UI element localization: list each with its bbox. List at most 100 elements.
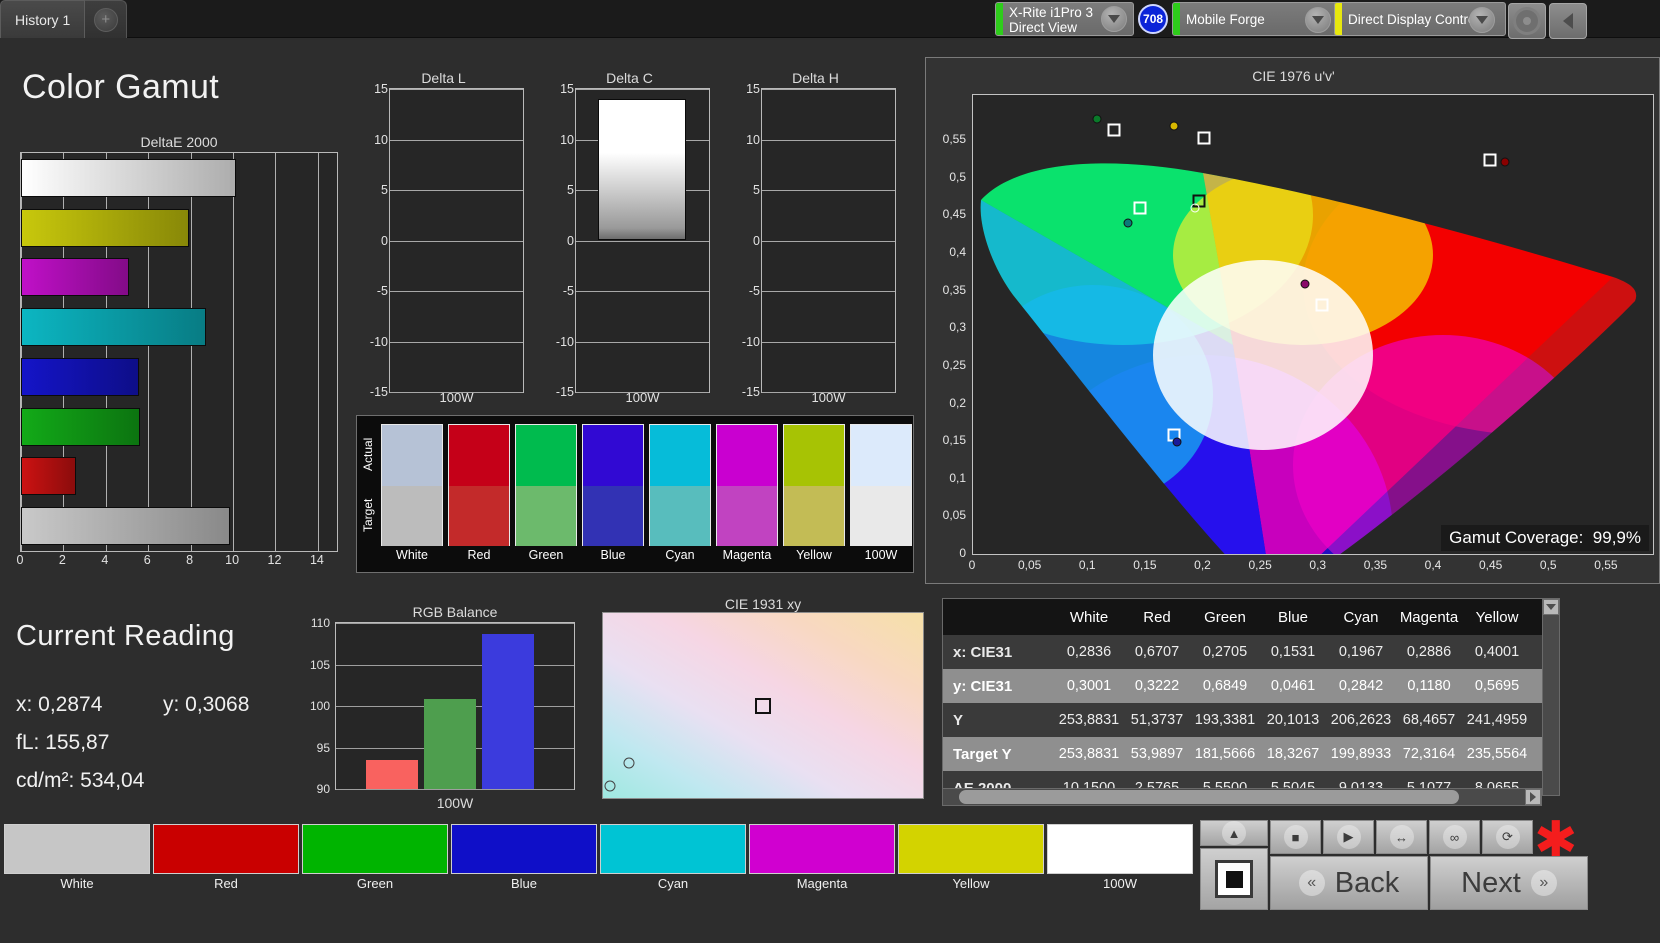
table-row[interactable]: y: CIE31 0,3001 0,3222 0,6849 0,0461 0,2842 0,…	[943, 669, 1559, 703]
y-tick-label: 110	[310, 616, 330, 630]
x-tick-label: 0,55	[1594, 558, 1618, 572]
y-tick-label: 0,1	[949, 470, 966, 485]
y-tick-label: 105	[309, 657, 330, 672]
column-header[interactable]: Blue	[1259, 599, 1327, 635]
y-tick-label: 95	[316, 740, 330, 755]
column-header[interactable]: Cyan	[1327, 599, 1395, 635]
status-stripe	[996, 3, 1003, 35]
target-marker-yellow	[1197, 131, 1211, 145]
status-badge[interactable]: 708	[1138, 4, 1169, 34]
pattern-button-cyan[interactable]	[600, 824, 746, 874]
chevron-down-icon[interactable]	[1305, 7, 1331, 33]
delta-c-title: Delta C	[606, 70, 653, 86]
x-tick-label: 12	[267, 553, 282, 567]
pattern-button-green[interactable]	[302, 824, 448, 874]
chevron-down-icon[interactable]	[1469, 7, 1495, 33]
loop-button[interactable]: ∞	[1429, 820, 1480, 854]
column-header[interactable]: Red	[1123, 599, 1191, 635]
rgb-balance-x-label: 100W	[436, 795, 474, 811]
back-button[interactable]: « Back	[1270, 856, 1428, 910]
pattern-button-yellow[interactable]	[898, 824, 1044, 874]
pattern-button-100w[interactable]	[1047, 824, 1193, 874]
swatch-cyan	[649, 424, 711, 546]
pattern-button-white[interactable]	[4, 824, 150, 874]
row-label: Y	[953, 711, 964, 729]
table-cell: 0,1967	[1338, 644, 1384, 660]
status-stripe	[1335, 3, 1342, 35]
settings-button[interactable]	[1508, 3, 1546, 39]
swatch-actual	[516, 425, 576, 486]
actual-marker-magenta	[1300, 279, 1310, 289]
column-header[interactable]: Yellow	[1463, 599, 1531, 635]
refresh-button[interactable]: ⟳	[1482, 820, 1533, 854]
pattern-button-red[interactable]	[153, 824, 299, 874]
pattern-button-label: White	[60, 876, 94, 891]
rgb-balance-y-axis: 110 105 100 95 90	[300, 616, 333, 796]
deltae-bar-magenta	[21, 258, 130, 297]
pattern-button-label: Blue	[510, 876, 538, 891]
scrollbar-thumb[interactable]	[959, 790, 1459, 804]
device-name: Mobile Forge	[1186, 12, 1265, 27]
x-tick-label: 0,3	[1309, 558, 1327, 572]
table-cell: 0,6849	[1202, 678, 1248, 694]
table-row[interactable]: Y 253,8831 51,3737 193,3381 20,1013 206,2623 6…	[943, 703, 1559, 737]
cie-1931-plot[interactable]	[602, 612, 924, 799]
scroll-down-button[interactable]	[1543, 599, 1559, 615]
measure-button[interactable]: ↔	[1376, 820, 1427, 854]
swatch-green	[515, 424, 577, 546]
y-tick-label: 10	[560, 132, 574, 147]
table-row[interactable]: Target Y 253,8831 53,9897 181,5666 18,3267 19…	[943, 737, 1559, 771]
cie-1976-y-axis: 0 0,05 0,1 0,15 0,2 0,25 0,3 0,35 0,4 0,45 0,5 0,55	[926, 94, 970, 560]
device-direct-display-control[interactable]: Direct Display Control	[1334, 2, 1506, 36]
stop-button[interactable]: ■	[1270, 820, 1321, 854]
y-tick-label: -5	[376, 284, 388, 298]
scroll-up-button[interactable]: ▲	[1200, 820, 1268, 846]
table-horizontal-scrollbar[interactable]	[942, 788, 1542, 806]
pattern-button-blue[interactable]	[451, 824, 597, 874]
grid-line	[762, 190, 895, 191]
device-xrite[interactable]: X-Rite i1Pro 3 Direct View	[995, 2, 1135, 36]
table-cell: 68,4657	[1402, 712, 1456, 728]
table-cell: 253,8831	[1058, 712, 1120, 728]
grid-line	[762, 89, 895, 90]
delta-h-title: Delta H	[792, 70, 839, 86]
measurement-table[interactable]: WhiteRedGreenBlueCyanMagentaYellow…x: CI…	[942, 598, 1560, 796]
y-tick-label: 10	[374, 132, 388, 147]
rgb-bar-red	[366, 759, 418, 789]
grid-line	[762, 291, 895, 292]
grid-line	[390, 341, 523, 343]
cie-1976-chromaticity-plot[interactable]	[972, 94, 1654, 555]
chevron-down-icon[interactable]	[1101, 6, 1128, 32]
swatch-label: Blue	[600, 548, 626, 562]
gamut-coverage-label: Gamut Coverage:	[1449, 528, 1584, 547]
y-tick-label: 0,05	[942, 508, 966, 523]
swatch-actual	[382, 425, 442, 486]
swatch-label: White	[396, 548, 428, 562]
y-tick-label: 0,5	[949, 169, 966, 184]
current-reading-heading: Current Reading	[16, 620, 235, 652]
device-mobile-forge[interactable]: Mobile Forge	[1172, 2, 1342, 36]
pattern-square-button[interactable]	[1200, 848, 1268, 910]
scroll-right-button[interactable]	[1525, 789, 1541, 805]
column-header[interactable]: Green	[1191, 599, 1259, 635]
column-header[interactable]: Magenta	[1395, 599, 1463, 635]
stop-icon: ■	[1283, 825, 1308, 849]
add-tab-button[interactable]: +	[85, 0, 128, 38]
column-header[interactable]: White	[1055, 599, 1123, 635]
collapse-panel-button[interactable]	[1549, 3, 1587, 39]
table-cell: 20,1013	[1266, 712, 1320, 728]
pattern-button-magenta[interactable]	[749, 824, 895, 874]
corner-marker-1	[623, 757, 635, 769]
swatch-target	[449, 486, 509, 546]
grid-line	[576, 341, 709, 343]
y-tick-label: 0,3	[949, 320, 966, 335]
back-label: Back	[1334, 866, 1400, 899]
play-button[interactable]: ▶	[1323, 820, 1374, 854]
table-cell: 0,2705	[1202, 644, 1248, 660]
tab-history-1[interactable]: History 1	[0, 0, 86, 38]
table-row[interactable]: x: CIE31 0,2836 0,6707 0,2705 0,1531 0,1967 0,…	[943, 635, 1559, 669]
table-vertical-scrollbar[interactable]	[1542, 598, 1560, 796]
table-cell: 241,4959	[1466, 712, 1528, 728]
next-button[interactable]: Next »	[1430, 856, 1588, 910]
x-tick-label: 8	[186, 553, 194, 567]
